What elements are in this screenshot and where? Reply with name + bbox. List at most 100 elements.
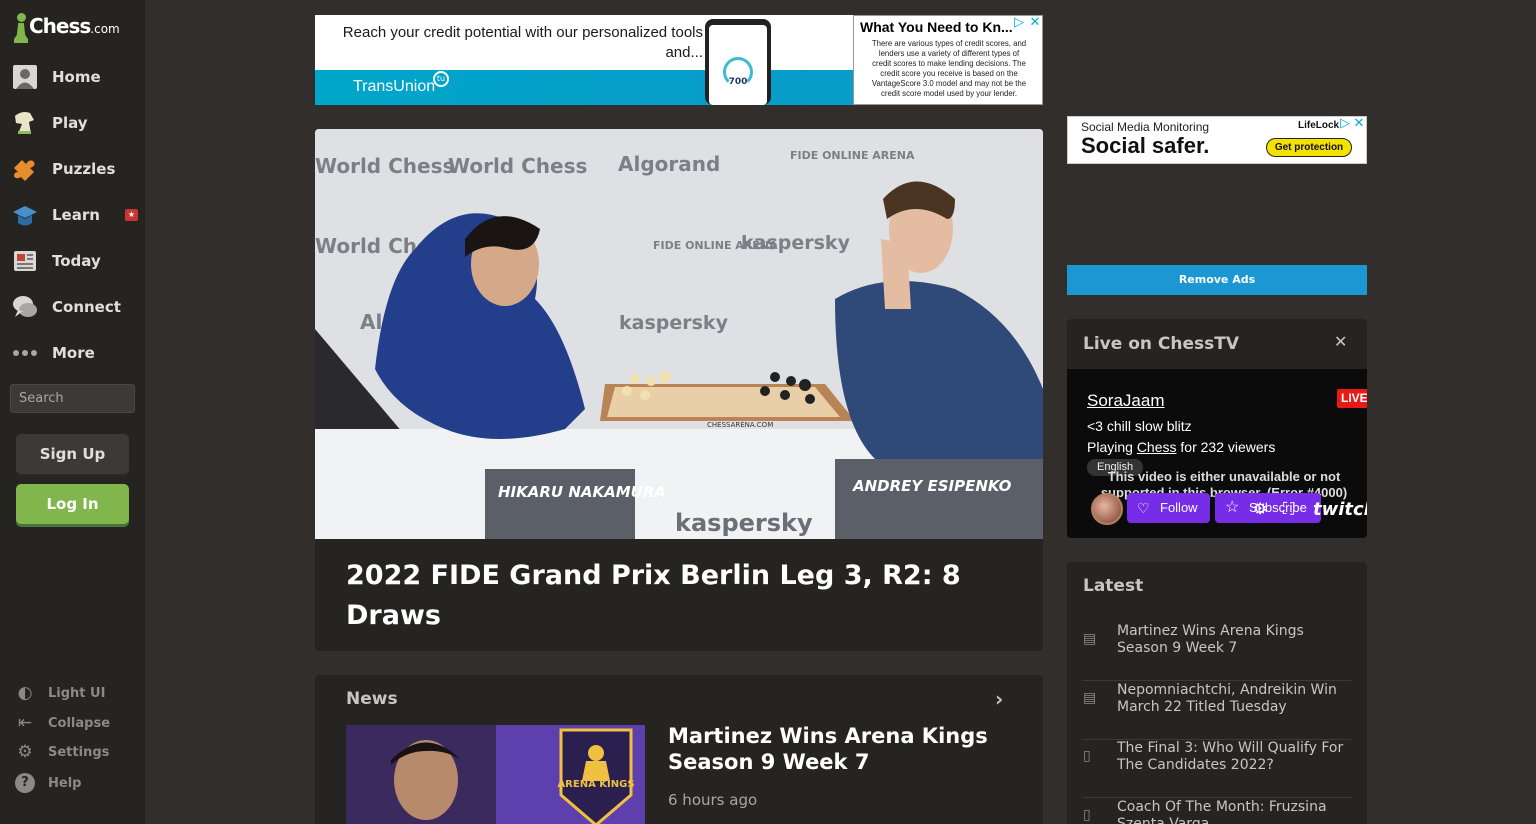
nav-today[interactable]: Today: [0, 241, 145, 281]
article-icon: ▯: [1083, 748, 1091, 764]
remove-ads-button[interactable]: Remove Ads: [1067, 265, 1367, 295]
help-link[interactable]: ? Help: [0, 770, 145, 796]
follow-label: Follow: [1160, 500, 1198, 515]
news-thumb-image: ARENA KINGS: [346, 725, 645, 824]
latest-item-text: Nepomniachtchi, Andreikin Win March 22 T…: [1117, 682, 1337, 715]
news-article-title[interactable]: Martinez Wins Arena Kings Season 9 Week …: [668, 723, 1008, 775]
backdrop-text: kaspersky: [741, 232, 851, 254]
settings-label: Settings: [48, 744, 110, 760]
light-ui-icon: ◐: [17, 683, 33, 703]
ad-right-line: VantageScore 3.0 model and may not be th…: [871, 79, 1027, 88]
chesstv-panel: Live on ChessTV ✕ SoraJaam <3 chill slow…: [1067, 319, 1367, 538]
light-ui-toggle[interactable]: ◐ Light UI: [0, 680, 145, 706]
nav-connect[interactable]: Connect: [0, 287, 145, 327]
playing-prefix: Playing: [1087, 439, 1133, 455]
news-article-time: 6 hours ago: [668, 791, 758, 809]
ad-right-title: What You Need to Kn...: [860, 19, 1013, 35]
ad-right-line: credit score model used by your lender.: [880, 89, 1018, 98]
ad-right-line: There are various types of credit scores…: [871, 39, 1027, 48]
search-input[interactable]: [10, 384, 135, 413]
collapse-icon: ⇤: [17, 713, 33, 733]
chevron-right-icon[interactable]: ›: [995, 687, 1003, 711]
close-icon[interactable]: ✕: [1334, 332, 1347, 351]
streamer-avatar[interactable]: [1091, 493, 1123, 525]
help-icon: ?: [15, 773, 35, 793]
ad-side-brand: LifeLock: [1298, 120, 1340, 131]
nav-play[interactable]: Play: [0, 103, 145, 143]
live-badge: LIVE: [1337, 389, 1367, 408]
get-protection-button[interactable]: Get protection: [1266, 138, 1352, 157]
backdrop-text: kaspersky: [619, 312, 729, 334]
nav-learn[interactable]: Learn ★: [0, 195, 145, 235]
side-banner-ad[interactable]: Social Media Monitoring Social safer. Li…: [1067, 116, 1367, 164]
settings-gear-icon[interactable]: ⚙: [1253, 499, 1267, 518]
settings-link[interactable]: ⚙ Settings: [0, 739, 145, 765]
help-label: Help: [48, 775, 82, 791]
adchoices-icon[interactable]: ▷: [1012, 16, 1026, 30]
nav-today-label: Today: [52, 252, 101, 270]
ad-right-line: credit scores to make lending decisions.…: [872, 59, 1026, 68]
ad-phone-image: 700: [705, 19, 771, 105]
top-banner-ad[interactable]: Reach your credit potential with our per…: [315, 15, 1043, 105]
logo-suffix: .com: [90, 22, 120, 36]
latest-item[interactable]: ▤ Martinez Wins Arena Kings Season 9 Wee…: [1083, 623, 1351, 681]
featured-article-image[interactable]: World Chess World Chess Algorand FIDE ON…: [315, 129, 1043, 539]
nav-more[interactable]: More: [0, 333, 145, 373]
logo-text: Chess: [29, 14, 91, 38]
ad-right-line: lenders use a variety of different types…: [878, 49, 1020, 58]
news-article-thumbnail[interactable]: ARENA KINGS: [346, 725, 645, 824]
featured-article[interactable]: World Chess World Chess Algorand FIDE ON…: [315, 129, 1043, 651]
nav-puzzles-label: Puzzles: [52, 160, 116, 178]
backdrop-text: World Chess: [448, 154, 587, 178]
nav-home[interactable]: Home: [0, 57, 145, 97]
ad-side-small: Social Media Monitoring: [1081, 120, 1210, 134]
ad-close-icon[interactable]: ✕: [1028, 16, 1042, 30]
settings-icon: ⚙: [17, 742, 33, 762]
log-in-button[interactable]: Log In: [16, 484, 129, 524]
fullscreen-icon[interactable]: ⛶: [1283, 499, 1294, 519]
adchoices-icon[interactable]: ▷: [1338, 117, 1352, 131]
subscribe-button[interactable]: ☆ Subscribe: [1215, 493, 1321, 523]
collapse-toggle[interactable]: ⇤ Collapse: [0, 710, 145, 736]
nav-more-label: More: [52, 344, 95, 362]
chat-icon: [13, 296, 37, 317]
latest-item[interactable]: ▤ Nepomniachtchi, Andreikin Win March 22…: [1083, 682, 1351, 740]
play-icon: [15, 112, 34, 134]
latest-item[interactable]: ▯ Coach Of The Month: Fruzsina Szenta Va…: [1083, 799, 1351, 824]
news-icon: ▤: [1083, 690, 1097, 706]
ad-top-headline: Reach your credit potential with our per…: [342, 24, 703, 61]
featured-article-title[interactable]: 2022 FIDE Grand Prix Berlin Leg 3, R2: 8…: [346, 556, 966, 636]
nav-connect-label: Connect: [52, 298, 121, 316]
newspaper-icon: [14, 251, 36, 271]
sidebar: Chess.com Home Play Puzzles Learn ★ Toda…: [0, 0, 145, 824]
chesstv-video[interactable]: SoraJaam <3 chill slow blitz Playing Che…: [1067, 369, 1367, 538]
puzzle-icon: [14, 160, 35, 181]
news-icon: ▤: [1083, 631, 1097, 647]
backdrop-text: World Chess: [315, 154, 454, 178]
chess-com-logo[interactable]: Chess.com: [14, 12, 120, 43]
ad-top-brand: TransUnion: [353, 78, 436, 95]
hero-photo: World Chess World Chess Algorand FIDE ON…: [315, 129, 1043, 539]
light-ui-label: Light UI: [48, 685, 106, 701]
sign-up-button[interactable]: Sign Up: [16, 434, 129, 474]
latest-item-text: Coach Of The Month: Fruzsina Szenta Varg…: [1117, 799, 1327, 824]
collapse-label: Collapse: [48, 715, 111, 731]
playing-suffix: for 232 viewers: [1180, 439, 1276, 455]
star-icon: ☆: [1225, 499, 1240, 516]
ad-phone-score: 700: [728, 77, 748, 87]
latest-item-text: Martinez Wins Arena Kings Season 9 Week …: [1117, 623, 1304, 656]
news-header[interactable]: News: [346, 689, 398, 709]
twitch-logo[interactable]: twitch: [1313, 499, 1367, 520]
playing-game-link[interactable]: Chess: [1137, 439, 1177, 455]
backdrop-text: FIDE ONLINE ARENA: [790, 149, 915, 162]
nav-puzzles[interactable]: Puzzles: [0, 149, 145, 189]
latest-title: Latest: [1083, 576, 1144, 596]
table-sponsor: kaspersky: [675, 509, 813, 537]
chesstv-channel-link[interactable]: SoraJaam: [1087, 391, 1164, 411]
heart-icon: ♡: [1137, 500, 1150, 516]
latest-item[interactable]: ▯ The Final 3: Who Will Qualify For The …: [1083, 740, 1351, 798]
latest-item-text: The Final 3: Who Will Qualify For The Ca…: [1117, 740, 1344, 773]
ad-close-icon[interactable]: ✕: [1352, 117, 1366, 131]
follow-button[interactable]: ♡ Follow: [1127, 493, 1210, 523]
player-name-left: HIKARU NAKAMURA: [498, 483, 666, 501]
